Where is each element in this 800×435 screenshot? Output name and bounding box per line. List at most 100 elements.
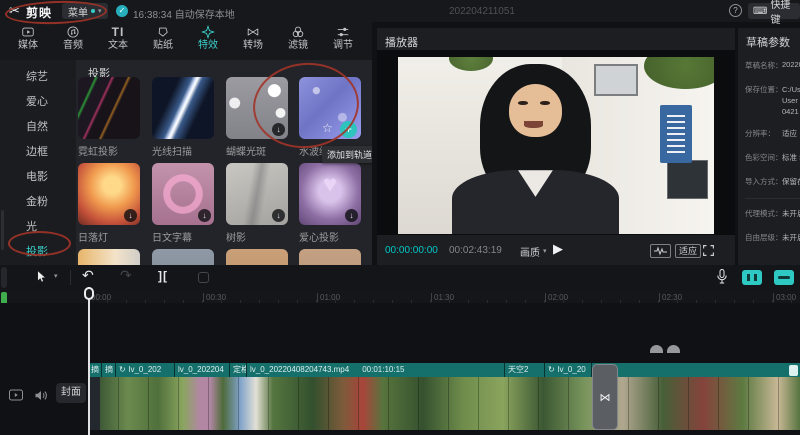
clip-segment[interactable]: 摘 — [102, 363, 116, 377]
tab-effects[interactable]: 特效 — [186, 25, 230, 58]
effect-label: 爱心投影 — [299, 229, 339, 244]
playhead-handle[interactable] — [84, 287, 94, 300]
track-visibility-icon[interactable] — [8, 388, 24, 402]
effect-card-neon-projection[interactable] — [78, 77, 140, 139]
effect-card-partial[interactable] — [299, 249, 361, 265]
heart-icon: ♥ — [299, 171, 361, 199]
divider — [745, 198, 800, 199]
download-icon[interactable]: ↓ — [345, 209, 358, 222]
sidebar-scrollbar[interactable] — [1, 210, 4, 250]
player-panel: 播放器 00:00:00:00 00:02:43:19 画质 ▾ — [377, 28, 735, 265]
clip-segment[interactable]: 摘 — [88, 363, 102, 377]
quality-dropdown[interactable]: 画质 ▾ — [520, 244, 547, 259]
clip-segment[interactable]: lv_0_202204 — [175, 363, 230, 377]
ruler-tick: 02:30 — [659, 293, 682, 302]
video-clip[interactable]: 摘 摘 ↻lv_0_202 lv_0_202204 定格 lv_0_202204… — [88, 363, 800, 430]
waveform-preview-button[interactable] — [650, 244, 671, 258]
tab-adjust[interactable]: 调节 — [321, 25, 365, 58]
effect-card-partial[interactable] — [78, 249, 140, 265]
tab-media[interactable]: 媒体 — [6, 25, 50, 58]
effect-card-sunset-lamp[interactable]: ↓ — [78, 163, 140, 225]
tab-text[interactable]: TI 文本 — [96, 25, 140, 58]
media-icon — [21, 25, 35, 39]
ruler-tick: 03:00 — [773, 293, 796, 302]
autosave-check-icon: ✓ — [116, 5, 128, 17]
tab-transition[interactable]: 转场 — [231, 25, 275, 58]
clip-segment[interactable]: ↻lv_0_202 — [116, 363, 175, 377]
shortcuts-button[interactable]: ⌨ 快捷键 — [748, 3, 800, 19]
timeline-ruler[interactable]: 00:00 00:30 01:00 01:30 02:00 02:30 03:0… — [0, 290, 800, 303]
project-title: 202204211051 — [449, 6, 515, 17]
effect-card-partial[interactable] — [152, 249, 214, 265]
clip-segment[interactable]: lv_0_20220408204743.mp400:01:10:15 — [247, 363, 505, 377]
track-mute-icon[interactable] — [34, 389, 48, 402]
effect-card-light-scan[interactable] — [152, 77, 214, 139]
ruler-tick: 00:30 — [203, 293, 226, 302]
tool-chevron-icon[interactable]: ▾ — [54, 272, 58, 280]
collapsed-track-icon[interactable] — [667, 345, 680, 353]
draft-params-panel: 草稿参数 草稿名称： 20220 保存位置： C:/Us User 0421 分… — [738, 28, 800, 265]
download-icon[interactable]: ↓ — [124, 209, 137, 222]
timeline-scrollbar[interactable] — [1, 267, 7, 288]
fit-button[interactable]: 适应 — [675, 244, 701, 258]
draft-row-value: 保留在 — [782, 176, 800, 187]
clip-segment-sky[interactable]: 天空2 — [505, 363, 545, 377]
video-frame[interactable] — [398, 57, 714, 234]
filter-icon — [291, 25, 305, 39]
titlebar: ✂ 剪映 菜单 ▾ ✓ 16:38:34 自动保存本地 202204211051… — [0, 0, 800, 22]
person-face — [509, 84, 563, 137]
delete-button[interactable] — [198, 272, 209, 283]
fullscreen-icon[interactable] — [702, 244, 715, 257]
draft-row-value: 标准 S — [782, 152, 800, 163]
effects-icon — [201, 25, 215, 39]
snap-toggle-icon[interactable] — [742, 270, 762, 285]
person-eye — [540, 101, 549, 105]
select-tool-icon[interactable] — [34, 269, 49, 285]
effect-label: 日文字幕 — [152, 229, 192, 244]
play-button[interactable]: ▶ — [553, 241, 563, 257]
download-icon[interactable]: ↓ — [198, 209, 211, 222]
tab-audio[interactable]: 音频 — [51, 25, 95, 58]
text-icon: TI — [112, 25, 125, 39]
clip-segment[interactable] — [592, 363, 800, 377]
split-button[interactable]: ][ — [158, 269, 168, 283]
draft-row-label: 分辨率： — [745, 128, 775, 139]
cover-button[interactable]: 封面 — [56, 383, 86, 403]
transition-marker[interactable]: ⋈ — [592, 364, 618, 430]
waveform-icon — [653, 246, 668, 256]
add-to-track-tooltip: 添加到轨道 — [322, 146, 372, 163]
draft-row-value: 20220 — [782, 60, 800, 69]
draft-row-label: 保存位置： — [745, 84, 783, 95]
record-mic-icon[interactable] — [714, 268, 730, 286]
sticker-icon — [156, 25, 170, 39]
transition-icon — [246, 25, 260, 39]
ruler-tick: 01:30 — [431, 293, 454, 302]
video-letterbox — [377, 50, 735, 235]
help-icon[interactable]: ? — [729, 4, 742, 17]
undo-button[interactable]: ↶ — [82, 267, 94, 284]
download-icon[interactable]: ↓ — [272, 209, 285, 222]
tab-sticker[interactable]: 贴纸 — [141, 25, 185, 58]
sidebar-item-border[interactable]: 边框 — [0, 140, 76, 165]
clip-segment-freeze-frame[interactable]: 定格 — [230, 363, 247, 377]
tab-filter[interactable]: 滤镜 — [276, 25, 320, 58]
collapsed-track-icon[interactable] — [650, 345, 663, 353]
sidebar-item-golddust[interactable]: 金粉 — [0, 190, 76, 215]
timeline-toolbar: ▾ ↶ ↷ ][ — [0, 265, 800, 290]
effect-card-heart-projection[interactable]: ♥ ↓ — [299, 163, 361, 225]
sidebar-item-movie[interactable]: 电影 — [0, 165, 76, 190]
effect-card-tree-shadow[interactable]: ↓ — [226, 163, 288, 225]
effect-card-partial[interactable] — [226, 249, 288, 265]
sidebar-item-love[interactable]: 爱心 — [0, 90, 76, 115]
draft-row-value: 适应 — [782, 128, 797, 139]
clip-duration: 00:01:10:15 — [362, 363, 404, 377]
effect-card-japanese-subtitle[interactable]: ↓ — [152, 163, 214, 225]
linkage-toggle-icon[interactable] — [774, 270, 794, 285]
sidebar-item-variety[interactable]: 综艺 — [0, 65, 76, 90]
autosave-status: 16:38:34 自动保存本地 — [133, 6, 235, 21]
chevron-down-icon: ▾ — [543, 248, 547, 255]
clip-filmstrip[interactable] — [88, 377, 800, 430]
sidebar-item-nature[interactable]: 自然 — [0, 115, 76, 140]
clip-segment[interactable]: ↻lv_0_20 — [545, 363, 592, 377]
redo-button[interactable]: ↷ — [120, 267, 132, 284]
